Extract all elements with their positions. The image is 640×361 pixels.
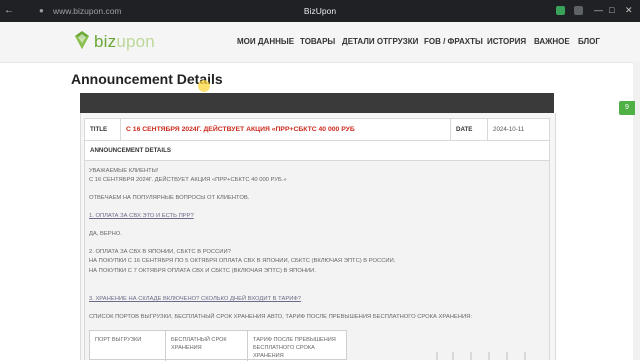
nav-fob-freight[interactable]: FOB / ФРАХТЫ xyxy=(424,37,483,47)
url-text[interactable]: www.bizupon.com xyxy=(53,5,122,17)
decorative-dot xyxy=(470,352,472,360)
decorative-dot xyxy=(488,352,490,360)
announcement-title: С 16 СЕНТЯБРЯ 2024Г. ДЕЙСТВУЕТ АКЦИЯ «ПР… xyxy=(121,119,451,140)
nav-history[interactable]: ИСТОРИЯ xyxy=(487,37,526,47)
question-3: 3. ХРАНЕНИЕ НА СКЛАДЕ ВКЛЮЧЕНО? СКОЛЬКО … xyxy=(89,296,302,302)
title-row: TITLE С 16 СЕНТЯБРЯ 2024Г. ДЕЙСТВУЕТ АКЦ… xyxy=(84,118,550,141)
decorative-dot xyxy=(524,352,526,360)
close-icon[interactable]: ✕ xyxy=(625,4,633,16)
diamond-logo-icon xyxy=(75,31,89,49)
question-1: 1. ОПЛАТА ЗА СВХ ЭТО И ЕСТЬ ПРР? xyxy=(89,213,194,219)
minimize-icon[interactable]: — xyxy=(594,4,603,16)
greeting-text: УВАЖАЕМЫЕ КЛИЕНТЫ! xyxy=(89,168,159,174)
decorative-dot xyxy=(452,352,454,360)
decorative-dot xyxy=(506,352,508,360)
logo-wordmark: bizupon xyxy=(94,32,155,52)
table-header-tariff: ТАРИФ ПОСЛЕ ПРЕВЫШЕНИЯ БЕСПЛАТНОГО СРОКА… xyxy=(253,337,336,359)
title-label: TITLE xyxy=(85,119,121,140)
logo-part-biz: biz xyxy=(94,32,117,51)
site-logo[interactable]: bizupon xyxy=(72,28,162,58)
logo-part-upon: upon xyxy=(116,32,155,51)
extension-icon[interactable] xyxy=(574,6,583,15)
address-bar[interactable]: ● www.bizupon.com xyxy=(34,4,234,18)
window-title: BizUpon xyxy=(303,6,337,16)
nav-important[interactable]: ВАЖНОЕ xyxy=(534,37,570,47)
intro-text: С 16 СЕНТЯБРЯ 2024Г. ДЕЙСТВУЕТ АКЦИЯ «ПР… xyxy=(89,177,287,183)
details-label: ANNOUNCEMENT DETAILS xyxy=(84,141,550,161)
shield-extension-icon[interactable] xyxy=(556,6,565,15)
nav-my-data[interactable]: МОИ ДАННЫЕ xyxy=(237,37,294,47)
answer-1: ДА, ВЕРНО. xyxy=(89,231,122,237)
faq-intro-text: ОТВЕЧАЕМ НА ПОПУЛЯРНЫЕ ВОПРОСЫ ОТ КЛИЕНТ… xyxy=(89,195,250,201)
nav-shipment-details[interactable]: ДЕТАЛИ ОТГРУЗКИ xyxy=(342,37,418,47)
answer-3: СПИСОК ПОРТОВ ВЫГРУЗКИ, БЕСПЛАТНЫЙ СРОК … xyxy=(89,314,472,320)
notification-count: 9 xyxy=(625,104,629,111)
announcement-date: 2024-10-11 xyxy=(493,126,525,133)
date-label: DATE xyxy=(451,119,488,140)
maximize-icon[interactable]: □ xyxy=(609,4,614,16)
lock-icon: ● xyxy=(39,6,44,15)
table-header-free-storage: БЕСПЛАТНЫЙ СРОК ХРАНЕНИЯ xyxy=(166,331,248,361)
table-header-port: ПОРТ ВЫГРУЗКИ xyxy=(90,331,166,361)
browser-toolbar: ← ● www.bizupon.com BizUpon — □ ✕ xyxy=(0,0,640,22)
decorative-dot xyxy=(436,352,438,360)
answer-2-line-2: НА ПОКУПКИ С 7 ОКТЯБРЯ ОПЛАТА СВХ И СБКТ… xyxy=(89,268,316,274)
mouse-cursor-highlight xyxy=(198,80,210,92)
nav-blog[interactable]: БЛОГ xyxy=(578,37,600,47)
card-header-bar xyxy=(80,93,554,113)
question-2: 2. ОПЛАТА ЗА СВХ В ЯПОНИИ, СБКТС В РОССИ… xyxy=(89,249,231,255)
site-header: bizupon МОИ ДАННЫЕ ТОВАРЫ ДЕТАЛИ ОТГРУЗК… xyxy=(0,22,640,63)
storage-tariff-table: ПОРТ ВЫГРУЗКИ БЕСПЛАТНЫЙ СРОК ХРАНЕНИЯ Т… xyxy=(89,330,347,361)
answer-2-line-1: НА ПОКУПКИ С 16 СЕНТЯБРЯ ПО 5 ОКТЯБРЯ ОП… xyxy=(89,258,396,264)
back-arrow-icon[interactable]: ← xyxy=(4,4,14,17)
notification-widget[interactable]: 9 xyxy=(619,101,635,115)
nav-goods[interactable]: ТОВАРЫ xyxy=(300,37,335,47)
